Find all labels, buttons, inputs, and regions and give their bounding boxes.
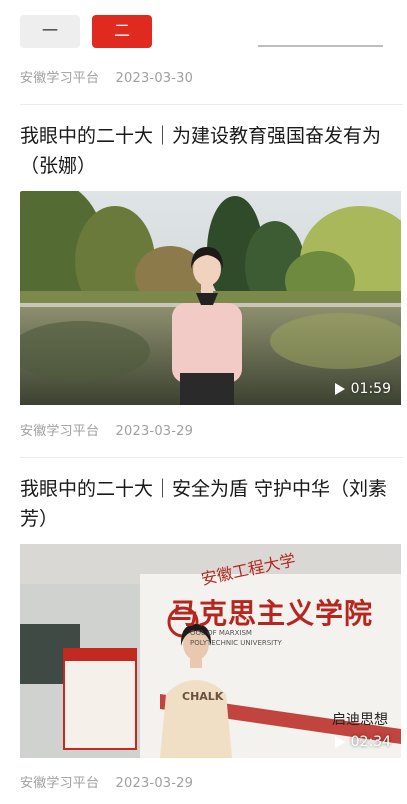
article-date: 2023-03-29 [115, 424, 194, 439]
wall-title: 马克思主义学院 [170, 597, 374, 630]
tab-two[interactable]: 二 [92, 15, 152, 48]
article-meta: 安徽学习平台 2023-03-30 [20, 67, 193, 86]
article-meta: 安徽学习平台 2023-03-29 [20, 772, 193, 791]
wall-english-2: POLYTECHNIC UNIVERSITY [190, 639, 282, 647]
separator [20, 104, 403, 105]
article-source: 安徽学习平台 [20, 424, 100, 439]
top-tab-bar: 一 二 [20, 15, 390, 49]
play-icon [334, 736, 345, 748]
video-duration: 02:34 [334, 734, 391, 750]
lake-scene-image [20, 191, 401, 405]
decorative-line [258, 45, 383, 47]
article-source: 安徽学习平台 [20, 71, 100, 86]
video-duration: 01:59 [334, 381, 391, 397]
video-thumbnail[interactable]: 安徽工程大学 马克思主义学院 OOL OF MARXISM POLYTECHNI… [20, 544, 401, 758]
side-text: 启迪思想 [332, 712, 388, 728]
article-source: 安徽学习平台 [20, 776, 100, 791]
duration-text: 02:34 [350, 734, 391, 750]
wall-english-1: OOL OF MARXISM [190, 629, 252, 637]
play-icon [334, 383, 345, 395]
article-date: 2023-03-29 [115, 776, 194, 791]
article-date: 2023-03-30 [115, 71, 194, 86]
article-meta: 安徽学习平台 2023-03-29 [20, 420, 193, 439]
article-title[interactable]: 我眼中的二十大｜为建设教育强国奋发有为（张娜） [20, 121, 395, 181]
duration-text: 01:59 [350, 381, 391, 397]
tab-one[interactable]: 一 [20, 15, 80, 48]
separator [20, 457, 403, 458]
shirt-text: CHALK [182, 690, 224, 703]
video-thumbnail[interactable]: 01:59 [20, 191, 401, 405]
article-title[interactable]: 我眼中的二十大｜安全为盾 守护中华（刘素芳） [20, 474, 395, 534]
